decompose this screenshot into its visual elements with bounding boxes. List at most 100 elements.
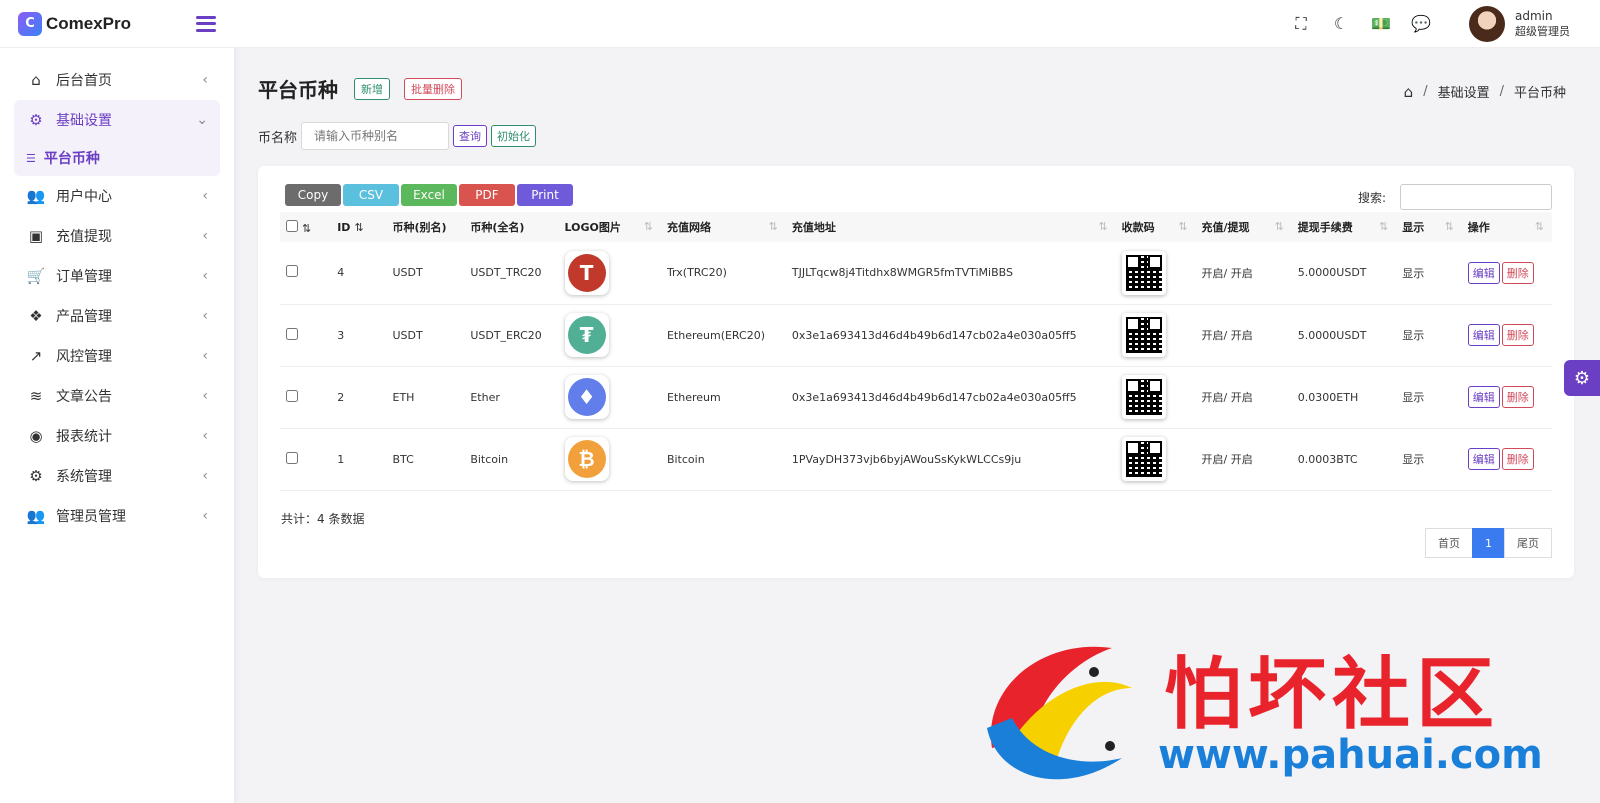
sidebar-item-6[interactable]: ↗ 风控管理 ‹ [14, 336, 220, 376]
sort-icon[interactable]: ⇅ [1379, 220, 1388, 233]
table-header-row: ⇅ ID ⇅ 币种(别名) 币种(全名) LOGO图片 ⇅ 充值网络 ⇅ 充值地址 ⇅ … [280, 212, 1552, 242]
row-checkbox[interactable] [286, 451, 298, 464]
col-show[interactable]: 显示 ⇅ [1396, 212, 1462, 242]
qr-code-icon[interactable] [1121, 375, 1166, 419]
col-logo[interactable]: LOGO图片 ⇅ [559, 212, 661, 242]
sidebar-group: 👥 管理员管理 ‹ [14, 496, 220, 536]
first-page-button[interactable]: 首页 [1425, 528, 1473, 558]
sort-icon[interactable]: ⇅ [354, 221, 363, 234]
qr-code-icon[interactable] [1121, 437, 1166, 481]
sidebar-item-7[interactable]: ≋ 文章公告 ‹ [14, 376, 220, 416]
table-search-input[interactable] [1400, 184, 1552, 210]
pdf-button[interactable]: PDF [459, 184, 515, 206]
cell-show: 显示 [1402, 266, 1425, 280]
copy-button[interactable]: Copy [285, 184, 341, 206]
cell-id: 2 [337, 390, 345, 404]
sidebar-subitem[interactable]: ☰ 平台币种 [14, 140, 220, 176]
cell-network: Trx(TRC20) [666, 266, 727, 280]
qr-code-icon[interactable] [1121, 250, 1166, 295]
sort-icon[interactable]: ⇅ [769, 220, 778, 233]
sort-icon[interactable]: ⇅ [302, 222, 311, 235]
sidebar-item-2[interactable]: 👥 用户中心 ‹ [14, 176, 220, 216]
query-button[interactable]: 查询 [453, 125, 488, 147]
delete-button[interactable]: 删除 [1501, 386, 1534, 408]
edit-button[interactable]: 编辑 [1467, 386, 1500, 408]
coin-name-input[interactable] [301, 122, 450, 150]
cell-address: 0x3e1a693413d46d4b49b6d147cb02a4e030a05f… [791, 328, 1077, 342]
cell-network: Bitcoin [666, 452, 705, 466]
sort-icon[interactable]: ⇅ [1098, 220, 1107, 233]
sort-icon[interactable]: ⇅ [1445, 220, 1454, 233]
message-icon[interactable]: 💬 [1401, 4, 1441, 44]
user-info[interactable]: admin 超级管理员 [1515, 8, 1570, 40]
col-actions[interactable]: 操作 ⇅ [1462, 212, 1552, 242]
col-alias[interactable]: 币种(别名) [387, 212, 465, 242]
add-button[interactable]: 新增 [354, 77, 390, 100]
delete-button[interactable]: 删除 [1501, 261, 1534, 284]
cell-full: Ether [470, 390, 500, 404]
col-fee[interactable]: 提现手续费 ⇅ [1292, 212, 1396, 242]
sort-icon[interactable]: ⇅ [1178, 220, 1187, 233]
init-button[interactable]: 初始化 [491, 125, 537, 147]
sidebar-group: ≋ 文章公告 ‹ [14, 376, 220, 416]
print-button[interactable]: Print [517, 184, 573, 206]
watermark-title: 怕坏社区 [1164, 649, 1501, 740]
col-address[interactable]: 充值地址 ⇅ [786, 212, 1116, 242]
avatar[interactable] [1469, 5, 1505, 42]
coin-logo[interactable]: ♦ [564, 375, 609, 419]
sidebar-item-4[interactable]: 🛒 订单管理 ‹ [14, 256, 220, 296]
excel-button[interactable]: Excel [401, 184, 457, 206]
sort-icon[interactable]: ⇅ [1275, 220, 1284, 233]
page-header: 平台币种 新增 批量删除 [258, 74, 462, 103]
col-qr[interactable]: 收款码 ⇅ [1116, 212, 1196, 242]
sidebar-item-8[interactable]: ◉ 报表统计 ‹ [14, 416, 220, 456]
sidebar-item-label: 管理员管理 [56, 509, 126, 525]
delete-button[interactable]: 删除 [1501, 324, 1534, 346]
col-id[interactable]: ID ⇅ [331, 212, 386, 242]
col-toggle[interactable]: 充值/提现 ⇅ [1196, 212, 1292, 242]
sort-icon[interactable]: ⇅ [644, 220, 653, 233]
sidebar-item-5[interactable]: ❖ 产品管理 ‹ [14, 296, 220, 336]
edit-button[interactable]: 编辑 [1467, 448, 1500, 470]
menu-icon: ⚙ [29, 111, 43, 129]
row-checkbox[interactable] [286, 265, 298, 278]
bulk-delete-button[interactable]: 批量删除 [404, 77, 462, 100]
brand: C ComexPro [0, 0, 234, 48]
sidebar-item-label: 充值提现 [56, 229, 112, 245]
row-checkbox[interactable] [286, 389, 298, 402]
select-all-header: ⇅ [280, 212, 331, 242]
last-page-button[interactable]: 尾页 [1504, 528, 1552, 558]
coin-logo[interactable]: T [564, 250, 609, 295]
sidebar-item-9[interactable]: ⚙ 系统管理 ‹ [14, 456, 220, 496]
breadcrumb: ⌂ / 基础设置 / 平台币种 [1403, 82, 1566, 102]
csv-button[interactable]: CSV [343, 184, 399, 206]
col-network[interactable]: 充值网络 ⇅ [661, 212, 786, 242]
edit-button[interactable]: 编辑 [1467, 261, 1500, 284]
sort-icon[interactable]: ⇅ [1535, 220, 1544, 233]
coin-logo[interactable]: ₿ [564, 437, 609, 481]
money-icon[interactable]: 💵 [1361, 4, 1401, 44]
settings-gear-icon[interactable]: ⚙ [1564, 360, 1600, 396]
col-full[interactable]: 币种(全名) [464, 212, 558, 242]
dark-mode-icon[interactable]: ☾ [1321, 4, 1361, 44]
sidebar-item-0[interactable]: ⌂ 后台首页 ‹ [14, 60, 220, 100]
row-checkbox[interactable] [286, 327, 298, 340]
sidebar-item-10[interactable]: 👥 管理员管理 ‹ [14, 496, 220, 536]
coin-logo[interactable]: ₮ [564, 313, 609, 357]
menu-icon: 👥 [26, 507, 46, 525]
sidebar-item-label: 系统管理 [56, 469, 112, 485]
home-icon[interactable]: ⌂ [1404, 83, 1414, 101]
select-all-checkbox[interactable] [286, 219, 298, 232]
breadcrumb-item[interactable]: 基础设置 [1438, 82, 1490, 101]
sidebar-item-1[interactable]: ⚙ 基础设置 ⌄ [14, 100, 220, 140]
fullscreen-icon[interactable]: ⛶ [1281, 4, 1321, 44]
brand-logo-icon: C [18, 11, 42, 36]
qr-code-icon[interactable] [1121, 313, 1166, 357]
sidebar-item-3[interactable]: ▣ 充值提现 ‹ [14, 216, 220, 256]
edit-button[interactable]: 编辑 [1467, 324, 1500, 346]
sidebar-menu: ⌂ 后台首页 ‹ ⚙ 基础设置 ⌄ ☰ 平台币种 👥 用户中心 ‹ ▣ 充值提现 ‹ 🛒 订单管理 ‹ ❖ 产品管理… [0, 48, 234, 548]
delete-button[interactable]: 删除 [1501, 448, 1534, 470]
hamburger-menu-icon[interactable] [196, 15, 216, 32]
page-1-button[interactable]: 1 [1472, 528, 1505, 558]
cell-toggle: 开启/ 开启 [1201, 266, 1253, 280]
